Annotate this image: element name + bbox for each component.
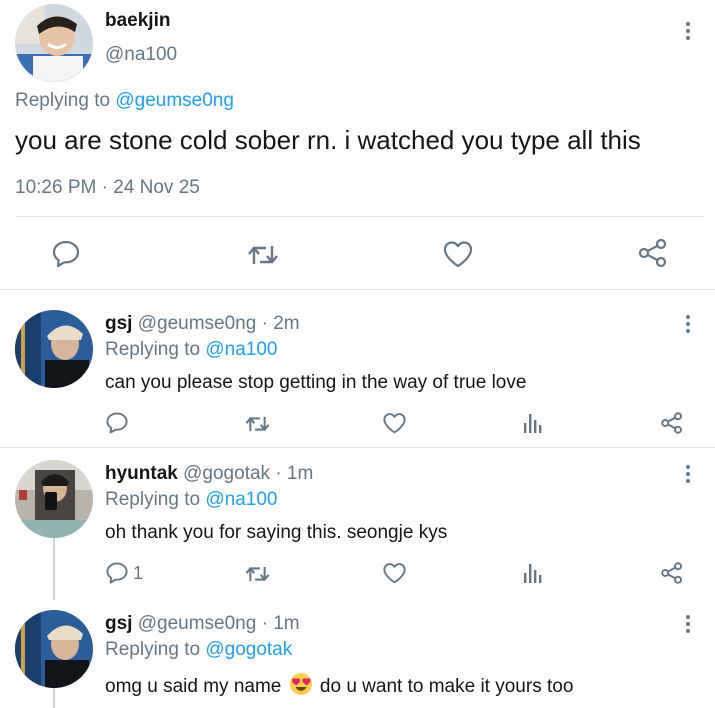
- share-icon: [638, 238, 667, 268]
- like-button[interactable]: [442, 239, 474, 269]
- reply-button[interactable]: [51, 239, 81, 269]
- thread-connector: [53, 538, 55, 600]
- reply-tweet: hyuntak @gogotak · 1m Replying to @na100…: [0, 448, 715, 600]
- like-icon: [443, 241, 473, 268]
- tweet-text: you are stone cold sober rn. i watched y…: [15, 125, 641, 155]
- author-handle[interactable]: @geumse0ng: [138, 613, 257, 634]
- reply-header: hyuntak @gogotak · 1m: [105, 463, 313, 485]
- author-name[interactable]: baekjin: [105, 10, 170, 32]
- author-handle[interactable]: @geumse0ng: [138, 313, 257, 334]
- author-handle[interactable]: @gogotak: [183, 463, 270, 484]
- more-options-icon[interactable]: [683, 315, 693, 337]
- replying-to: Replying to @na100: [105, 489, 277, 511]
- main-tweet: baekjin @na100 Replying to @geumse0ng yo…: [0, 0, 715, 290]
- thread-connector: [53, 688, 55, 708]
- avatar-gsj[interactable]: [15, 610, 93, 688]
- tweet-actions: [0, 217, 715, 289]
- reply-icon: [106, 412, 128, 434]
- share-button[interactable]: [660, 561, 684, 585]
- replying-to-link[interactable]: @na100: [205, 489, 277, 510]
- replying-prefix: Replying to: [105, 639, 201, 660]
- reply-time: · 1m: [261, 613, 300, 634]
- more-options-icon[interactable]: [683, 615, 693, 637]
- analytics-icon: [524, 564, 542, 583]
- tweet-timestamp[interactable]: 10:26 PM · 24 Nov 25: [15, 177, 200, 199]
- retweet-button[interactable]: [244, 562, 271, 586]
- analytics-button[interactable]: [522, 561, 544, 585]
- reply-time: · 1m: [275, 463, 314, 484]
- retweet-icon: [245, 566, 270, 582]
- replying-prefix: Replying to: [105, 339, 201, 360]
- reply-icon: [106, 562, 128, 584]
- replying-to-link[interactable]: @gogotak: [205, 639, 292, 660]
- analytics-icon: [524, 414, 542, 433]
- replying-to-link[interactable]: @na100: [205, 339, 277, 360]
- replying-to-link[interactable]: @geumse0ng: [115, 90, 234, 111]
- share-icon: [661, 562, 682, 584]
- reply-header: gsj @geumse0ng · 1m: [105, 613, 300, 635]
- reply-time: · 2m: [261, 313, 300, 334]
- author-name[interactable]: gsj: [105, 313, 132, 334]
- retweet-icon: [248, 246, 278, 264]
- analytics-button[interactable]: [522, 411, 544, 435]
- replying-prefix: Replying to: [105, 489, 201, 510]
- share-icon: [661, 412, 682, 434]
- retweet-icon: [245, 416, 270, 432]
- avatar-hyuntak[interactable]: [15, 460, 93, 538]
- replying-to: Replying to @geumse0ng: [15, 90, 234, 112]
- reply-text: oh thank you for saying this. seongje ky…: [105, 522, 448, 543]
- avatar-gsj[interactable]: [15, 310, 93, 388]
- reply-text-part: do u want to make it yours too: [319, 676, 574, 697]
- reply-text: omg u said my name do u want to make it …: [105, 672, 573, 698]
- heart-eyes-emoji-icon: [289, 673, 312, 695]
- author-name[interactable]: hyuntak: [105, 463, 178, 484]
- reply-text: can you please stop getting in the way o…: [105, 372, 527, 393]
- reply-text-part: omg u said my name: [105, 676, 282, 697]
- avatar-baekjin[interactable]: [15, 4, 93, 82]
- retweet-button[interactable]: [246, 240, 280, 270]
- replying-to: Replying to @gogotak: [105, 639, 292, 661]
- reply-count: 1: [133, 562, 144, 583]
- reply-header: gsj @geumse0ng · 2m: [105, 313, 300, 335]
- like-icon: [383, 563, 406, 584]
- reply-tweet: gsj @geumse0ng · 2m Replying to @na100 c…: [0, 290, 715, 448]
- share-button[interactable]: [660, 411, 684, 435]
- author-name[interactable]: gsj: [105, 613, 132, 634]
- reply-icon: [52, 240, 80, 268]
- like-button[interactable]: [382, 411, 407, 435]
- more-options-icon[interactable]: [683, 22, 693, 44]
- replying-to: Replying to @na100: [105, 339, 277, 361]
- retweet-button[interactable]: [244, 412, 271, 436]
- reply-button[interactable]: 1: [105, 561, 143, 585]
- replying-prefix: Replying to: [15, 90, 111, 111]
- like-icon: [383, 413, 406, 434]
- author-handle[interactable]: @na100: [105, 44, 177, 66]
- reply-tweet: gsj @geumse0ng · 1m Replying to @gogotak…: [0, 600, 715, 708]
- share-button[interactable]: [637, 237, 669, 269]
- like-button[interactable]: [382, 561, 407, 585]
- more-options-icon[interactable]: [683, 465, 693, 487]
- reply-button[interactable]: [105, 411, 129, 435]
